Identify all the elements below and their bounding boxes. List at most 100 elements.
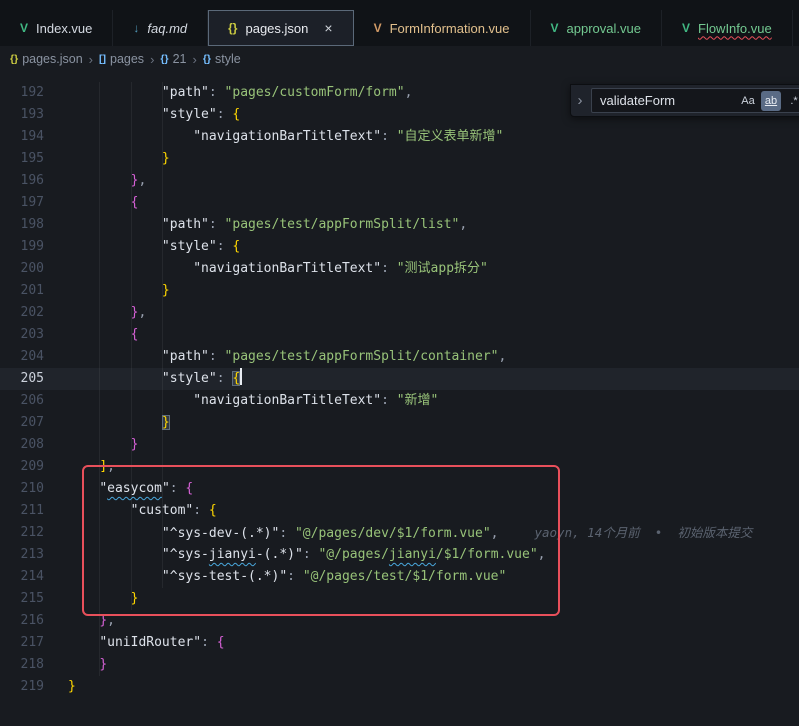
line-number[interactable]: 195 [0, 148, 68, 170]
line-number[interactable]: 212 [0, 522, 68, 544]
code-line-210[interactable]: 210 "easycom": { [0, 478, 799, 500]
regex-icon[interactable]: .* [784, 91, 799, 111]
editor[interactable]: 192 "path": "pages/customForm/form",193 … [0, 72, 799, 726]
code-line-204[interactable]: 204 "path": "pages/test/appFormSplit/con… [0, 346, 799, 368]
find-input[interactable]: validateForm Aa ab .* [591, 88, 799, 113]
breadcrumb-label: pages.json [22, 52, 82, 66]
code-line-214[interactable]: 214 "^sys-test-(.*)": "@/pages/test/$1/f… [0, 566, 799, 588]
line-number[interactable]: 215 [0, 588, 68, 610]
whole-word-icon[interactable]: ab [761, 91, 781, 111]
code-line-205[interactable]: 205 "style": { [0, 368, 799, 390]
line-number[interactable]: 214 [0, 566, 68, 588]
breadcrumb-label: style [215, 52, 241, 66]
code-text: "navigationBarTitleText": "测试app拆分" [68, 258, 488, 280]
line-number[interactable]: 202 [0, 302, 68, 324]
line-number[interactable]: 194 [0, 126, 68, 148]
code-line-218[interactable]: 218 } [0, 654, 799, 676]
tab-pages.json[interactable]: {}pages.json× [208, 10, 353, 46]
tab-label: Index.vue [36, 21, 92, 36]
line-number[interactable]: 192 [0, 82, 68, 104]
line-number[interactable]: 196 [0, 170, 68, 192]
code-line-197[interactable]: 197 { [0, 192, 799, 214]
code-line-215[interactable]: 215 } [0, 588, 799, 610]
code-text: "navigationBarTitleText": "新增" [68, 390, 438, 412]
code-line-195[interactable]: 195 } [0, 148, 799, 170]
tab-faq.md[interactable]: ↓faq.md [113, 10, 208, 46]
line-number[interactable]: 203 [0, 324, 68, 346]
code-line-196[interactable]: 196 }, [0, 170, 799, 192]
line-number[interactable]: 210 [0, 478, 68, 500]
tab-approval.vue[interactable]: Vapproval.vue [531, 10, 662, 46]
code-line-217[interactable]: 217 "uniIdRouter": { [0, 632, 799, 654]
code-line-200[interactable]: 200 "navigationBarTitleText": "测试app拆分" [0, 258, 799, 280]
line-number[interactable]: 211 [0, 500, 68, 522]
line-number[interactable]: 201 [0, 280, 68, 302]
line-number[interactable]: 197 [0, 192, 68, 214]
match-case-icon[interactable]: Aa [738, 91, 758, 111]
code-line-212[interactable]: 212 "^sys-dev-(.*)": "@/pages/dev/$1/for… [0, 522, 799, 544]
code-line-213[interactable]: 213 "^sys-jianyi-(.*)": "@/pages/jianyi/… [0, 544, 799, 566]
code-line-202[interactable]: 202 }, [0, 302, 799, 324]
line-number[interactable]: 209 [0, 456, 68, 478]
breadcrumb-item-21[interactable]: {}21 [160, 52, 186, 66]
line-number[interactable]: 216 [0, 610, 68, 632]
line-number[interactable]: 213 [0, 544, 68, 566]
code-line-219[interactable]: 219} [0, 676, 799, 698]
line-number[interactable]: 208 [0, 434, 68, 456]
line-number[interactable]: 206 [0, 390, 68, 412]
breadcrumb-separator-icon: › [149, 52, 155, 67]
code-line-203[interactable]: 203 { [0, 324, 799, 346]
code-line-201[interactable]: 201 } [0, 280, 799, 302]
tab-FlowInfo.vue[interactable]: VFlowInfo.vue [662, 10, 793, 46]
line-number[interactable]: 193 [0, 104, 68, 126]
close-tab-icon[interactable]: × [324, 20, 332, 36]
line-number[interactable]: 219 [0, 676, 68, 698]
code-text: { [68, 324, 138, 346]
line-number[interactable]: 204 [0, 346, 68, 368]
line-number[interactable]: 205 [0, 368, 68, 390]
code-text: } [68, 412, 170, 434]
code-line-216[interactable]: 216 }, [0, 610, 799, 632]
tab-bar: V Index.vue ↓faq.md{}pages.json×VFormInfor… [0, 0, 799, 46]
code-line-211[interactable]: 211 "custom": { [0, 500, 799, 522]
line-number[interactable]: 207 [0, 412, 68, 434]
code-line-209[interactable]: 209 ], [0, 456, 799, 478]
line-number[interactable]: 198 [0, 214, 68, 236]
git-blame-annotation: yaoyn, 14个月前 • 初始版本提交 [498, 525, 752, 540]
breadcrumb-item-style[interactable]: {}style [203, 52, 241, 66]
find-input-value: validateForm [600, 93, 735, 108]
tab-label: faq.md [147, 21, 187, 36]
code-text: "style": { [68, 236, 240, 258]
line-number[interactable]: 200 [0, 258, 68, 280]
code-text: ], [68, 456, 115, 478]
code-text: "navigationBarTitleText": "自定义表单新增" [68, 126, 503, 148]
code-line-199[interactable]: 199 "style": { [0, 236, 799, 258]
find-widget: › validateForm Aa ab .* [570, 84, 799, 117]
code-line-208[interactable]: 208 } [0, 434, 799, 456]
code-text: "style": { [68, 104, 240, 126]
vue-file-icon: V [682, 21, 690, 35]
tab-FormInformation.vue[interactable]: VFormInformation.vue [354, 10, 531, 46]
code-text: "style": { [68, 368, 242, 390]
toggle-replace-chevron-icon[interactable]: › [574, 93, 586, 108]
tab-label: approval.vue [567, 21, 641, 36]
breadcrumb-item-pages.json[interactable]: {}pages.json [10, 52, 83, 66]
tab-Index.vue[interactable]: V Index.vue [0, 10, 113, 46]
code-text: "path": "pages/test/appFormSplit/contain… [68, 346, 506, 368]
code-text: "^sys-test-(.*)": "@/pages/test/$1/form.… [68, 566, 506, 588]
vue-file-icon: V [20, 21, 28, 35]
code-line-207[interactable]: 207 } [0, 412, 799, 434]
breadcrumb-separator-icon: › [192, 52, 198, 67]
code-line-198[interactable]: 198 "path": "pages/test/appFormSplit/lis… [0, 214, 799, 236]
array-symbol-icon: [] [99, 53, 106, 65]
code-line-194[interactable]: 194 "navigationBarTitleText": "自定义表单新增" [0, 126, 799, 148]
text-cursor [240, 368, 242, 385]
breadcrumb: {}pages.json›[]pages›{}21›{}style [0, 46, 799, 72]
code-line-206[interactable]: 206 "navigationBarTitleText": "新增" [0, 390, 799, 412]
line-number[interactable]: 199 [0, 236, 68, 258]
vue-file-icon: V [551, 21, 559, 35]
vue-file-icon: V [374, 21, 382, 35]
line-number[interactable]: 218 [0, 654, 68, 676]
breadcrumb-item-pages[interactable]: []pages [99, 52, 144, 66]
line-number[interactable]: 217 [0, 632, 68, 654]
